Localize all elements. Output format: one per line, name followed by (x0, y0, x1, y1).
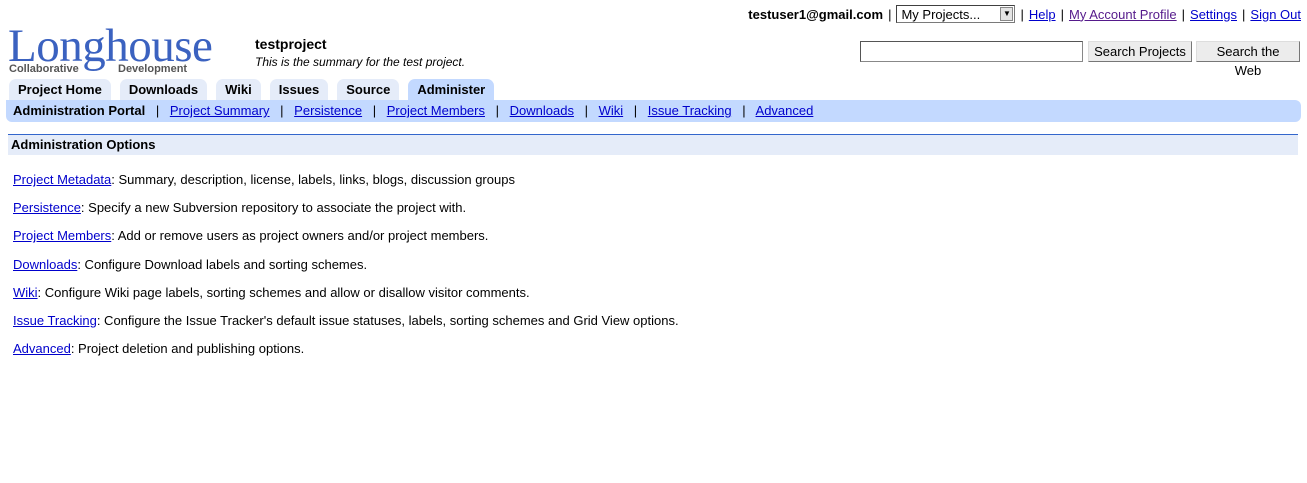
list-item: Issue Tracking: Configure the Issue Trac… (13, 312, 679, 340)
project-summary: This is the summary for the test project… (255, 55, 466, 69)
separator: | (742, 103, 746, 118)
option-description: : Configure the Issue Tracker's default … (96, 312, 679, 328)
logo-tagline-right: Development (118, 63, 188, 75)
logo-tagline-left: Collaborative (9, 63, 79, 75)
list-item: Wiki: Configure Wiki page labels, sortin… (13, 284, 679, 312)
option-description: : Add or remove users as project owners … (111, 228, 489, 244)
subnav-current-administration-portal: Administration Portal (13, 103, 146, 118)
subnav-link-downloads[interactable]: Downloads (510, 103, 574, 118)
separator: | (888, 6, 892, 22)
option-description: : Project deletion and publishing option… (70, 341, 305, 357)
separator: | (372, 103, 377, 118)
option-description: : Summary, description, license, labels,… (111, 172, 515, 187)
option-description: : Configure Wiki page labels, sorting sc… (37, 284, 530, 300)
separator: | (1242, 6, 1246, 22)
option-link-issue-tracking[interactable]: Issue Tracking (13, 313, 97, 328)
main-tabs: Project Home Downloads Wiki Issues Sourc… (9, 79, 503, 100)
chevron-down-icon: ▼ (1000, 7, 1014, 21)
list-item: Downloads: Configure Download labels and… (13, 256, 679, 284)
settings-link[interactable]: Settings (1190, 7, 1237, 22)
my-projects-select-value: My Projects... (901, 6, 981, 22)
subnav-link-advanced[interactable]: Advanced (756, 103, 814, 118)
option-link-advanced[interactable]: Advanced (13, 341, 71, 356)
site-logo[interactable]: Longhouse Collaborative Development (8, 21, 240, 78)
tab-source[interactable]: Source (337, 79, 400, 100)
account-profile-link[interactable]: My Account Profile (1069, 7, 1177, 22)
list-item: Project Members: Add or remove users as … (13, 227, 679, 255)
my-projects-select[interactable]: My Projects... ▼ (896, 5, 1016, 23)
tab-project-home[interactable]: Project Home (9, 79, 111, 100)
separator: | (1020, 6, 1024, 22)
option-link-wiki[interactable]: Wiki (13, 285, 38, 300)
separator: | (1181, 6, 1186, 22)
list-item: Advanced: Project deletion and publishin… (13, 340, 679, 368)
search-projects-button[interactable]: Search Projects (1088, 41, 1192, 62)
user-bar: testuser1@gmail.com | My Projects... ▼ |… (748, 4, 1301, 24)
separator: | (280, 103, 284, 118)
subnav-link-wiki[interactable]: Wiki (599, 103, 624, 118)
option-link-project-metadata[interactable]: Project Metadata (13, 172, 111, 187)
project-name: testproject (255, 36, 327, 52)
tab-issues[interactable]: Issues (269, 79, 329, 100)
separator: | (633, 103, 638, 118)
tab-downloads[interactable]: Downloads (119, 79, 208, 100)
tab-administer[interactable]: Administer (408, 79, 495, 100)
subnav-link-persistence[interactable]: Persistence (294, 103, 362, 118)
separator: | (1060, 6, 1064, 22)
subnav-link-project-members[interactable]: Project Members (387, 103, 485, 118)
option-description: : Specify a new Subversion repository to… (80, 200, 467, 216)
subnav-link-project-summary[interactable]: Project Summary (170, 103, 270, 118)
search-web-button[interactable]: Search the Web (1196, 41, 1300, 78)
search-input[interactable] (860, 41, 1083, 62)
subnav-link-issue-tracking[interactable]: Issue Tracking (648, 103, 732, 118)
separator: | (155, 103, 160, 118)
option-description: : Configure Download labels and sorting … (77, 256, 368, 272)
admin-subnav: Administration Portal | Project Summary … (6, 100, 1301, 122)
separator: | (495, 103, 499, 118)
admin-options-list: Project Metadata: Summary, description, … (13, 171, 679, 368)
user-email: testuser1@gmail.com (748, 6, 884, 22)
separator: | (584, 103, 588, 118)
help-link[interactable]: Help (1029, 7, 1056, 22)
list-item: Project Metadata: Summary, description, … (13, 171, 679, 199)
option-link-project-members[interactable]: Project Members (13, 228, 111, 243)
admin-options-header: Administration Options (8, 134, 1298, 155)
tab-wiki[interactable]: Wiki (216, 79, 261, 100)
sign-out-link[interactable]: Sign Out (1250, 7, 1301, 22)
option-link-downloads[interactable]: Downloads (13, 257, 77, 272)
list-item: Persistence: Specify a new Subversion re… (13, 199, 679, 227)
option-link-persistence[interactable]: Persistence (13, 200, 81, 215)
